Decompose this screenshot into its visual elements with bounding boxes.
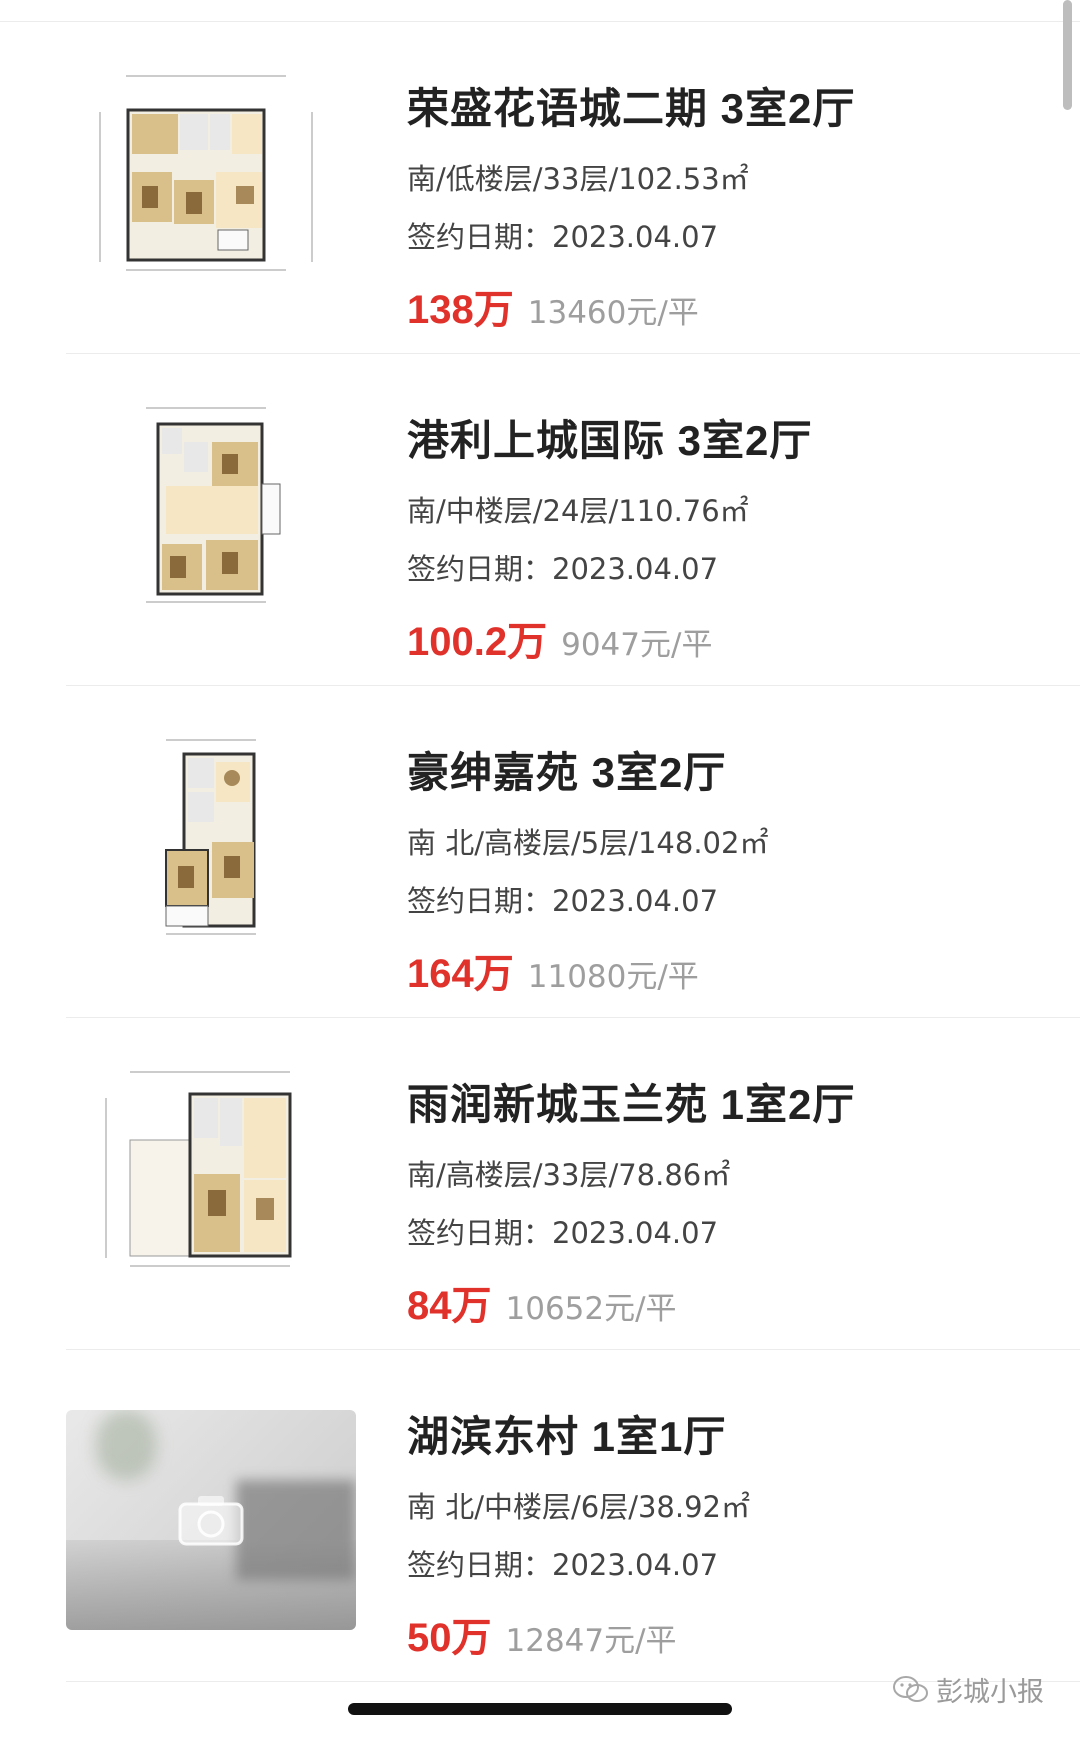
listing-card[interactable]: 港利上城国际 3室2厅 南/中楼层/24层/110.76㎡ 签约日期：2023.… <box>0 354 1080 686</box>
listing-date: 签约日期：2023.04.07 <box>407 1548 719 1582</box>
price-row: 84万 10652元/平 <box>407 1286 677 1326</box>
price-row: 100.2万 9047元/平 <box>407 622 712 662</box>
floorplan-thumbnail <box>66 1058 356 1280</box>
total-price: 164万 <box>407 952 514 996</box>
listing-info: 南 北/高楼层/5层/148.02㎡ <box>407 826 769 860</box>
price-row: 50万 12847元/平 <box>407 1618 677 1658</box>
listing-date: 签约日期：2023.04.07 <box>407 884 719 918</box>
price-row: 164万 11080元/平 <box>407 954 699 994</box>
home-indicator[interactable] <box>348 1703 732 1715</box>
listing-title: 豪绅嘉苑 3室2厅 <box>407 749 727 796</box>
wechat-icon <box>893 1675 928 1702</box>
listing-card[interactable]: 雨润新城玉兰苑 1室2厅 南/高楼层/33层/78.86㎡ 签约日期：2023.… <box>0 1018 1080 1350</box>
total-price: 50万 <box>407 1616 492 1660</box>
total-price: 100.2万 <box>407 620 548 664</box>
listing-info: 南 北/中楼层/6层/38.92㎡ <box>407 1490 751 1524</box>
watermark: 彭城小报 <box>892 1670 1044 1709</box>
floorplan-thumbnail <box>66 62 356 284</box>
listing-title: 港利上城国际 3室2厅 <box>407 417 813 464</box>
blurred-plant <box>96 1410 156 1480</box>
listing-info: 南/高楼层/33层/78.86㎡ <box>407 1158 731 1192</box>
listing-card[interactable]: 湖滨东村 1室1厅 南 北/中楼层/6层/38.92㎡ 签约日期：2023.04… <box>0 1350 1080 1682</box>
listing-card[interactable]: 荣盛花语城二期 3室2厅 南/低楼层/33层/102.53㎡ 签约日期：2023… <box>0 22 1080 354</box>
listing-title: 荣盛花语城二期 3室2厅 <box>407 85 856 132</box>
total-price: 138万 <box>407 288 514 332</box>
floorplan-thumbnail <box>66 726 356 948</box>
total-price: 84万 <box>407 1284 492 1328</box>
listing-date: 签约日期：2023.04.07 <box>407 220 719 254</box>
listing-date: 签约日期：2023.04.07 <box>407 552 719 586</box>
listing-title: 湖滨东村 1室1厅 <box>407 1413 727 1460</box>
price-row: 138万 13460元/平 <box>407 290 699 330</box>
floorplan-thumbnail <box>66 394 356 616</box>
unit-price: 9047元/平 <box>561 627 713 663</box>
listing-card[interactable]: 豪绅嘉苑 3室2厅 南 北/高楼层/5层/148.02㎡ 签约日期：2023.0… <box>0 686 1080 1018</box>
watermark-text: 彭城小报 <box>936 1677 1044 1708</box>
unit-price: 10652元/平 <box>505 1291 677 1327</box>
listing-date: 签约日期：2023.04.07 <box>407 1216 719 1250</box>
unit-price: 11080元/平 <box>527 959 699 995</box>
photo-placeholder-thumbnail <box>66 1410 356 1630</box>
listing-info: 南/低楼层/33层/102.53㎡ <box>407 162 749 196</box>
camera-icon <box>178 1496 244 1546</box>
listing-title: 雨润新城玉兰苑 1室2厅 <box>407 1081 856 1128</box>
unit-price: 12847元/平 <box>505 1623 677 1659</box>
listing-info: 南/中楼层/24层/110.76㎡ <box>407 494 749 528</box>
unit-price: 13460元/平 <box>527 295 699 331</box>
blurred-floor <box>66 1540 356 1630</box>
